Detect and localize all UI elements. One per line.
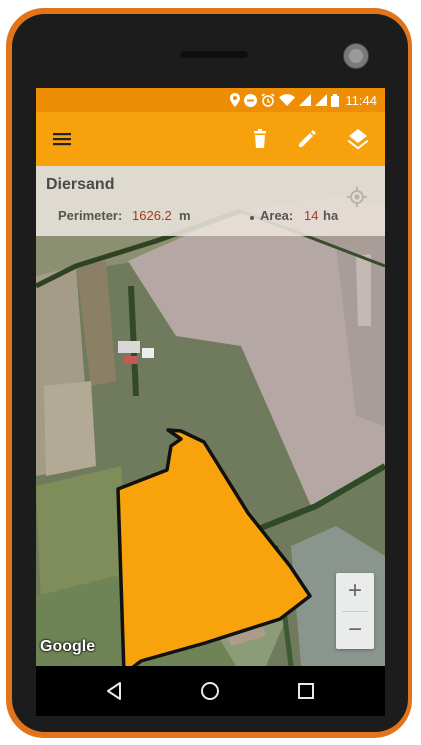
area-value: 14 [304,208,319,223]
back-icon[interactable] [100,677,128,705]
do-not-disturb-icon [244,93,258,107]
menu-icon [53,133,71,146]
front-camera [343,43,369,69]
field-name: Diersand [46,176,115,193]
status-time: 11:44 [345,92,377,108]
app-screen: 11:44 Diersand Perimeter: 1626.2 m Area:… [36,88,385,666]
zoom-in-button[interactable]: + [336,573,374,610]
delete-button[interactable] [246,125,274,153]
location-icon [230,93,241,107]
signal-icon-2 [315,94,328,106]
my-location-icon[interactable] [346,186,368,208]
edit-button[interactable] [293,125,321,153]
layers-button[interactable] [344,125,372,153]
perimeter-value: 1626.2 [132,208,172,223]
status-bar: 11:44 [36,88,385,112]
signal-icon [299,94,312,106]
zoom-out-button[interactable]: − [336,612,374,649]
android-nav-bar [36,666,385,716]
menu-button[interactable] [48,125,76,153]
google-attribution: Google [40,638,96,655]
edit-icon [299,130,316,147]
app-toolbar [36,112,385,166]
delete-icon [254,129,266,148]
wifi-icon [279,94,296,106]
recents-icon[interactable] [292,677,320,705]
alarm-icon [261,93,275,107]
layers-icon [347,129,369,150]
speaker-grille [180,51,248,58]
battery-icon [331,93,340,107]
area-label: Area: [260,208,294,223]
field-info-panel: Diersand Perimeter: 1626.2 m Area: 14 ha [36,166,385,236]
home-icon[interactable] [196,677,224,705]
satellite-map[interactable] [36,166,385,666]
area-unit: ha [323,208,339,223]
perimeter-unit: m [179,208,191,223]
perimeter-label: Perimeter: [58,208,123,223]
zoom-controls: + − [336,573,374,649]
bullet-dot [250,216,254,220]
